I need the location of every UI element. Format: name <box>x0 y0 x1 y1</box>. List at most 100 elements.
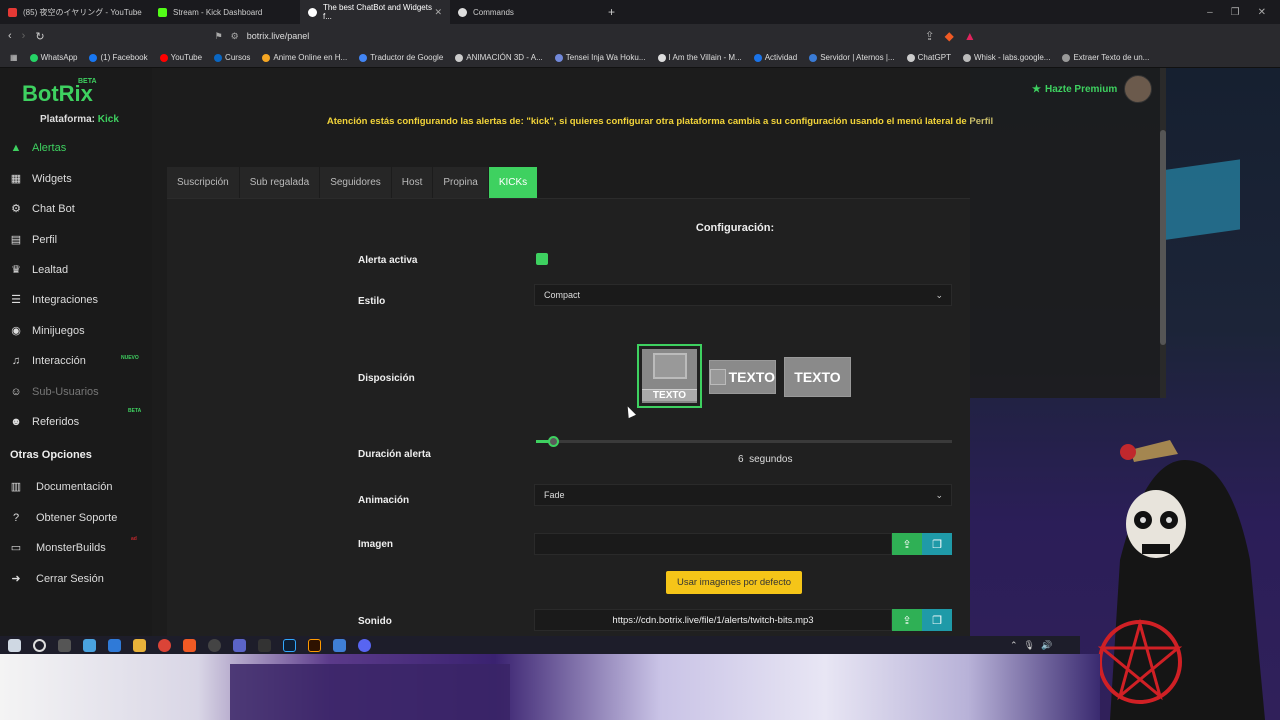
illustrator-icon[interactable] <box>308 638 321 652</box>
bookmark-item[interactable]: Whisk - labs.google... <box>962 53 1050 62</box>
task-view-icon[interactable] <box>58 638 71 652</box>
app-icon[interactable] <box>333 638 346 652</box>
bookmark-item[interactable]: Cursos <box>214 53 250 62</box>
sidebar-item-lealtad[interactable]: ♛ Lealtad <box>10 260 68 280</box>
browser-tab-kick[interactable]: Stream - Kick Dashboard <box>150 0 300 24</box>
bookmark-favicon-icon <box>89 53 98 62</box>
estilo-select[interactable]: Compact ⌄ <box>534 284 952 306</box>
tab-host[interactable]: Host <box>391 167 434 198</box>
tab-suscripción[interactable]: Suscripción <box>167 167 240 198</box>
search-icon[interactable] <box>33 638 46 652</box>
sidebar-item-widgets[interactable]: ▦ Widgets <box>10 169 72 189</box>
user-avatar[interactable] <box>1124 75 1152 103</box>
forward-icon[interactable]: › <box>22 30 26 42</box>
site-info-icon[interactable]: ⚙ <box>231 31 239 42</box>
bookmark-favicon-icon <box>1062 53 1071 62</box>
bookmark-favicon-icon <box>359 53 368 62</box>
imagen-gallery-button[interactable]: ❐ <box>922 533 952 555</box>
browser-tab-commands[interactable]: Commands <box>450 0 600 24</box>
scrollbar-thumb[interactable] <box>1160 130 1166 345</box>
gallery-icon: ❐ <box>932 538 942 551</box>
bookmark-item[interactable]: Traductor de Google <box>359 53 443 62</box>
close-tab-icon[interactable]: ✕ <box>434 7 442 18</box>
duration-slider-handle[interactable] <box>547 436 559 447</box>
bookmark-item[interactable]: Actividad <box>753 53 797 62</box>
bookmark-item[interactable]: YouTube <box>159 53 202 62</box>
new-tab-button[interactable]: + <box>600 0 630 24</box>
bookmark-item[interactable]: Extraer Texto de un... <box>1062 53 1149 62</box>
apps-icon[interactable]: ▦ <box>10 53 18 62</box>
premium-link[interactable]: ★ Hazte Premium <box>1032 84 1117 95</box>
bookmark-item[interactable]: ChatGPT <box>906 53 951 62</box>
bookmark-item[interactable]: (1) Facebook <box>89 53 148 62</box>
sidebar-item-sub-usuarios[interactable]: ☺ Sub-Usuarios <box>10 382 98 402</box>
volume-icon[interactable]: 🔊 <box>1041 640 1052 651</box>
sidebar-item-integraciones[interactable]: ☰ Integraciones <box>10 290 98 310</box>
chrome-icon[interactable] <box>158 638 171 652</box>
bookmark-item[interactable]: Servidor | Aternos |... <box>809 53 895 62</box>
sidebar-item-chat-bot[interactable]: ⚙ Chat Bot <box>10 199 75 219</box>
chevron-up-icon[interactable]: ⌃ <box>1010 640 1018 651</box>
bookmark-icon[interactable]: ⚑ <box>215 31 223 42</box>
browser-tab-botrix[interactable]: The best ChatBot and Widgets f... ✕ <box>300 0 450 24</box>
brave-rewards-icon[interactable]: ▲ <box>964 29 976 43</box>
windows-start-icon[interactable] <box>8 638 21 652</box>
tab-propina[interactable]: Propina <box>433 167 489 198</box>
sidebar-item-cerrar-sesión[interactable]: ➜ Cerrar Sesión <box>10 569 103 589</box>
sonido-gallery-button[interactable]: ❐ <box>922 609 952 631</box>
app-icon[interactable] <box>233 638 246 652</box>
discord-icon[interactable] <box>358 638 371 652</box>
close-window-icon[interactable]: ✕ <box>1258 7 1266 18</box>
imagen-upload-button[interactable]: ⇪ <box>892 533 922 555</box>
tab-kicks[interactable]: KICKs <box>488 167 539 198</box>
obs-icon[interactable] <box>208 638 221 652</box>
tab-seguidores[interactable]: Seguidores <box>320 167 392 198</box>
share-icon[interactable]: ⇪ <box>925 29 935 43</box>
sonido-upload-button[interactable]: ⇪ <box>892 609 922 631</box>
sidebar-item-obtener-soporte[interactable]: ? Obtener Soporte <box>10 508 117 528</box>
default-images-button[interactable]: Usar imagenes por defecto <box>666 571 802 594</box>
sidebar-item-perfil[interactable]: ▤ Perfil <box>10 230 57 250</box>
photoshop-icon[interactable] <box>283 638 296 652</box>
bookmark-item[interactable]: Anime Online en H... <box>262 53 347 62</box>
tab-sub-regalada[interactable]: Sub regalada <box>239 167 321 198</box>
chevron-down-icon: ⌄ <box>935 290 943 300</box>
store-icon[interactable] <box>108 638 121 652</box>
sidebar-item-interacción[interactable]: ♫ Interacción <box>10 351 86 371</box>
reload-icon[interactable]: ↻ <box>35 30 44 43</box>
address-bar[interactable]: ⚑ ⚙ botrix.live/panel <box>215 27 915 45</box>
copilot-icon[interactable] <box>83 638 96 652</box>
profile-link[interactable]: Perfil <box>969 116 993 127</box>
app-icon[interactable] <box>258 638 271 652</box>
restore-icon[interactable]: ❐ <box>1231 7 1240 18</box>
botrix-icon <box>308 7 317 17</box>
bookmark-item[interactable]: WhatsApp <box>29 53 77 62</box>
alerta-activa-checkbox[interactable] <box>536 253 548 265</box>
file-explorer-icon[interactable] <box>133 638 146 652</box>
sidebar-item-alertas[interactable]: ▲ Alertas <box>10 138 67 158</box>
brave-shield-icon[interactable]: ◆ <box>945 29 954 43</box>
bookmark-item[interactable]: ANIMACIÓN 3D - A... <box>455 53 543 62</box>
star-icon: ★ <box>1032 84 1041 95</box>
layout-option-overlay[interactable]: TEXTO <box>784 357 851 397</box>
microphone-icon[interactable]: 🎙 <box>1024 640 1035 651</box>
bookmark-item[interactable]: Tensei Inja Wa Hoku... <box>554 53 646 62</box>
browser-tab-youtube[interactable]: (85) 夜空のイヤリング - YouTube <box>0 0 150 24</box>
imagen-input[interactable] <box>534 533 892 555</box>
alert-type-tabs: Suscripción Sub regalada Seguidores Host Pro… <box>167 167 539 198</box>
bookmark-item[interactable]: I Am the Villain - M... <box>657 53 742 62</box>
sidebar-item-monsterbuilds[interactable]: ▭ MonsterBuilds <box>10 538 106 558</box>
skull-character-overlay <box>1097 440 1265 720</box>
layout-option-inline[interactable]: TEXTO <box>709 360 776 394</box>
sonido-input[interactable]: https://cdn.botrix.live/file/1/alerts/tw… <box>534 609 892 631</box>
animacion-select[interactable]: Fade ⌄ <box>534 484 952 506</box>
duration-slider-track[interactable] <box>536 440 952 443</box>
minimize-icon[interactable]: – <box>1207 7 1213 18</box>
sidebar-item-minijuegos[interactable]: ◉ Minijuegos <box>10 321 84 341</box>
sidebar-item-referidos[interactable]: ☻ Referidos <box>10 412 79 432</box>
browser-toolbar: ‹ › ↻ ⚑ ⚙ botrix.live/panel ⇪ ◆ ▲ <box>0 24 1280 48</box>
brave-icon[interactable] <box>183 638 196 652</box>
back-icon[interactable]: ‹ <box>8 30 12 42</box>
layout-option-stacked[interactable]: TEXTO <box>637 344 702 408</box>
sidebar-item-documentación[interactable]: ▥ Documentación <box>10 477 113 497</box>
